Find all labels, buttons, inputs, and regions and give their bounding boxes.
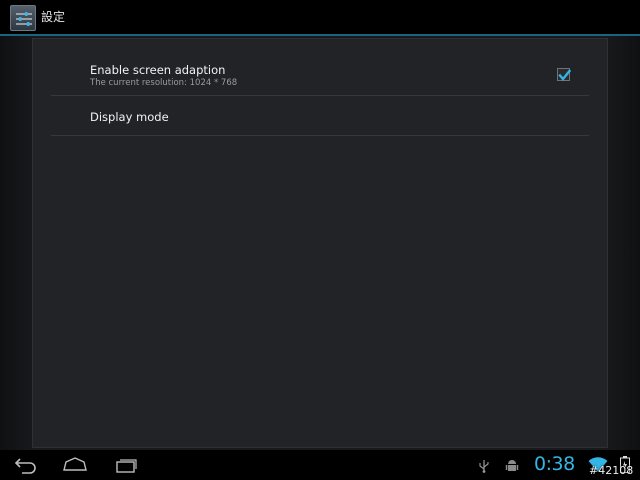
pref-summary: The current resolution: 1024 * 768: [90, 78, 238, 88]
system-bar: 0:38: [0, 450, 640, 480]
home-icon[interactable]: [62, 456, 88, 474]
page-title: 設定: [41, 10, 66, 24]
pref-title: Enable screen adaption: [90, 63, 226, 77]
pref-enable-screen-adaption[interactable]: Enable screen adaption The current resol…: [51, 39, 589, 96]
pref-title: Display mode: [90, 110, 169, 124]
android-debug-icon: [505, 458, 519, 477]
settings-sliders-icon[interactable]: [10, 5, 36, 31]
pref-display-mode[interactable]: Display mode: [51, 96, 589, 136]
watermark-label: #42108: [589, 464, 634, 477]
usb-icon: [478, 458, 490, 477]
status-clock: 0:38: [534, 453, 575, 475]
back-icon[interactable]: [12, 456, 38, 474]
screen-adaption-checkbox[interactable]: [557, 68, 572, 81]
action-bar: 設定: [0, 0, 640, 36]
preferences-panel: Enable screen adaption The current resol…: [32, 38, 608, 448]
recent-apps-icon[interactable]: [114, 456, 140, 474]
